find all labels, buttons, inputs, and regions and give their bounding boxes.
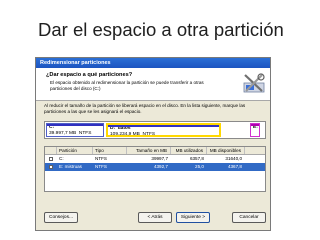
cancel-button[interactable]: Cancelar	[232, 212, 266, 223]
table-row[interactable]: E: mistruas NTFS 4392,7 25,0 4367,8	[45, 163, 265, 171]
row-checkbox[interactable]	[49, 157, 53, 161]
resize-partitions-dialog: Redimensionar particiones ¿Dar espacio a…	[35, 57, 271, 231]
cell-used: 25,0	[195, 164, 204, 169]
header-type: Tipo	[93, 147, 127, 154]
disk-segment-e[interactable]: E:	[250, 123, 260, 137]
cell-free: 4367,8	[227, 164, 242, 169]
segment-fs: NTFS	[142, 132, 156, 137]
dialog-header: ¿Dar espacio a qué particiones? El espac…	[36, 68, 270, 101]
back-button[interactable]: < Atrás	[138, 212, 172, 223]
disk-map: C: 39.997,7 MB NTFS D: datos 109.234,9 M…	[44, 121, 266, 139]
dialog-titlebar: Redimensionar particiones	[36, 58, 270, 68]
cell-partition: E: mistruas	[59, 164, 82, 169]
table-header: Partición Tipo Tamaño en MB MB utilizado…	[45, 147, 265, 155]
cell-type: NTFS	[95, 164, 107, 169]
slide-title: Dar el espacio a otra partición	[38, 19, 284, 40]
disk-segment-d[interactable]: D: datos 109.234,9 MB NTFS	[106, 123, 221, 137]
dialog-description: El espacio obtenido al redimensionar la …	[50, 80, 204, 91]
header-free: MB disponibles	[207, 147, 245, 154]
dialog-heading: ¿Dar espacio a qué particiones?	[46, 72, 133, 78]
cell-used: 6357,8	[189, 156, 204, 161]
row-checkbox[interactable]	[49, 165, 53, 169]
disk-segment-c[interactable]: C: 39.997,7 MB NTFS	[46, 123, 104, 137]
cell-free: 31640,0	[225, 156, 242, 161]
tips-button[interactable]: Consejos...	[44, 212, 78, 223]
cell-type: NTFS	[95, 156, 107, 161]
header-size: Tamaño en MB	[127, 147, 171, 154]
segment-bar	[47, 124, 103, 126]
next-button[interactable]: Siguiente >	[176, 212, 210, 223]
cell-size: 39997,7	[151, 156, 168, 161]
resize-partition-icon	[243, 73, 265, 93]
segment-size: 39.997,7 MB	[49, 131, 77, 136]
header-used: MB utilizados	[171, 147, 207, 154]
table-row[interactable]: C: NTFS 39997,7 6357,8 31640,0	[45, 155, 265, 163]
info-text: Al reducir el tamaño de la partición se …	[44, 103, 246, 114]
header-check-col	[45, 147, 57, 154]
cell-partition: C:	[59, 156, 64, 161]
segment-fs: NTFS	[78, 131, 92, 136]
segment-size: 109.234,9 MB	[110, 132, 140, 137]
segment-bar	[108, 125, 219, 127]
header-partition: Partición	[57, 147, 93, 154]
cell-size: 4392,7	[153, 164, 168, 169]
segment-bar	[251, 124, 259, 126]
partition-table: Partición Tipo Tamaño en MB MB utilizado…	[44, 146, 266, 192]
